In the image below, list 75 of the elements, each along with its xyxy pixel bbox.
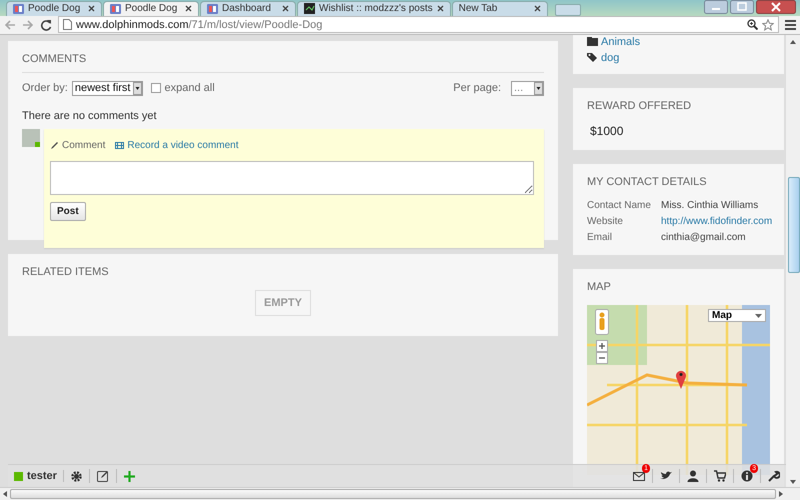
expand-all-checkbox[interactable] xyxy=(150,83,160,94)
browser-tab[interactable]: New Tab xyxy=(452,0,548,16)
per-page-label: Per page: xyxy=(453,82,501,94)
zoom-icon[interactable] xyxy=(747,19,758,30)
user-menu[interactable]: tester xyxy=(14,470,64,482)
website-link[interactable]: http://www.fidofinder.com xyxy=(661,216,772,227)
page-icon xyxy=(63,19,72,30)
scroll-down-icon[interactable] xyxy=(789,478,797,486)
url-text: www.dolphinmods.com/71/m/lost/view/Poodle-Dog xyxy=(76,18,322,31)
online-indicator xyxy=(35,142,40,147)
cart-icon[interactable] xyxy=(714,470,726,482)
scrollbar-thumb[interactable] xyxy=(10,489,776,500)
settings-icon[interactable] xyxy=(70,470,82,482)
post-button[interactable]: Post xyxy=(50,202,86,221)
map-pin-icon xyxy=(675,369,687,390)
browser-tab[interactable]: Wishlist :: modzzz's posts xyxy=(297,0,451,16)
favicon-icon xyxy=(207,3,218,14)
zoom-out-icon[interactable] xyxy=(596,352,608,364)
no-comments-text: There are no comments yet xyxy=(22,110,157,122)
comment-input-field[interactable] xyxy=(50,160,534,195)
close-icon[interactable] xyxy=(756,0,796,14)
minimize-icon[interactable] xyxy=(704,0,728,14)
section-title: RELATED ITEMS xyxy=(22,266,109,278)
reload-icon[interactable] xyxy=(40,18,52,31)
star-icon[interactable] xyxy=(762,18,774,31)
section-title: MY CONTACT DETAILS xyxy=(587,176,707,188)
address-bar[interactable]: www.dolphinmods.com/71/m/lost/view/Poodle-Dog xyxy=(58,16,779,34)
dropdown-arrow-icon xyxy=(755,314,762,318)
wrench-icon[interactable] xyxy=(768,470,780,482)
field-value: Miss. Cinthia Williams xyxy=(661,200,760,211)
close-icon[interactable] xyxy=(185,5,192,12)
browser-tab[interactable]: Poodle Dog xyxy=(6,0,102,16)
section-title: COMMENTS xyxy=(22,52,86,65)
info-icon[interactable] xyxy=(741,470,753,482)
mail-icon[interactable] xyxy=(633,470,645,482)
reward-amount: $1000 xyxy=(590,124,624,138)
close-icon[interactable] xyxy=(88,5,95,12)
order-by-label: Order by: xyxy=(22,82,68,94)
zoom-in-icon[interactable] xyxy=(596,340,608,352)
scroll-left-icon[interactable] xyxy=(2,490,8,498)
browser-tab[interactable]: Poodle Dog xyxy=(103,0,199,16)
taxonomy-link[interactable]: Animals xyxy=(601,36,640,48)
browser-tab[interactable]: Dashboard xyxy=(200,0,296,16)
person-icon[interactable] xyxy=(687,470,699,482)
scrollbar-thumb[interactable] xyxy=(788,176,800,273)
menu-icon[interactable] xyxy=(785,20,796,30)
map-type-select[interactable]: Map xyxy=(708,309,766,322)
section-title: REWARD OFFERED xyxy=(587,100,692,112)
taxonomy-link[interactable]: dog xyxy=(601,52,620,64)
comment-mode-link[interactable]: Record a video comment xyxy=(115,140,239,151)
scroll-right-icon[interactable] xyxy=(778,490,784,498)
favicon-icon xyxy=(13,3,24,14)
pencil-icon xyxy=(50,140,59,150)
compose-icon[interactable] xyxy=(96,470,109,482)
folder-icon xyxy=(587,36,598,48)
scroll-up-icon[interactable] xyxy=(789,38,797,46)
vertical-scrollbar[interactable] xyxy=(785,34,800,488)
order-select[interactable]: newest first xyxy=(72,80,142,96)
maximize-icon[interactable] xyxy=(730,0,754,14)
tag-icon xyxy=(587,52,598,64)
comment-mode-tab[interactable]: Comment xyxy=(50,140,106,151)
per-page-select[interactable]: ... xyxy=(511,80,544,96)
expand-all-label[interactable]: expand all xyxy=(164,82,215,94)
close-icon[interactable] xyxy=(436,5,444,12)
field-value: cinthia@gmail.com xyxy=(661,232,747,243)
film-icon xyxy=(115,140,124,150)
field-label: Email xyxy=(587,232,614,243)
favicon-icon xyxy=(110,3,121,14)
field-label: Contact Name xyxy=(587,200,652,211)
close-icon[interactable] xyxy=(282,5,289,12)
empty-label: EMPTY xyxy=(255,290,311,316)
close-icon[interactable] xyxy=(534,5,541,12)
favicon-icon xyxy=(304,3,315,14)
section-title: MAP xyxy=(587,281,611,294)
field-label: Website xyxy=(587,216,624,227)
